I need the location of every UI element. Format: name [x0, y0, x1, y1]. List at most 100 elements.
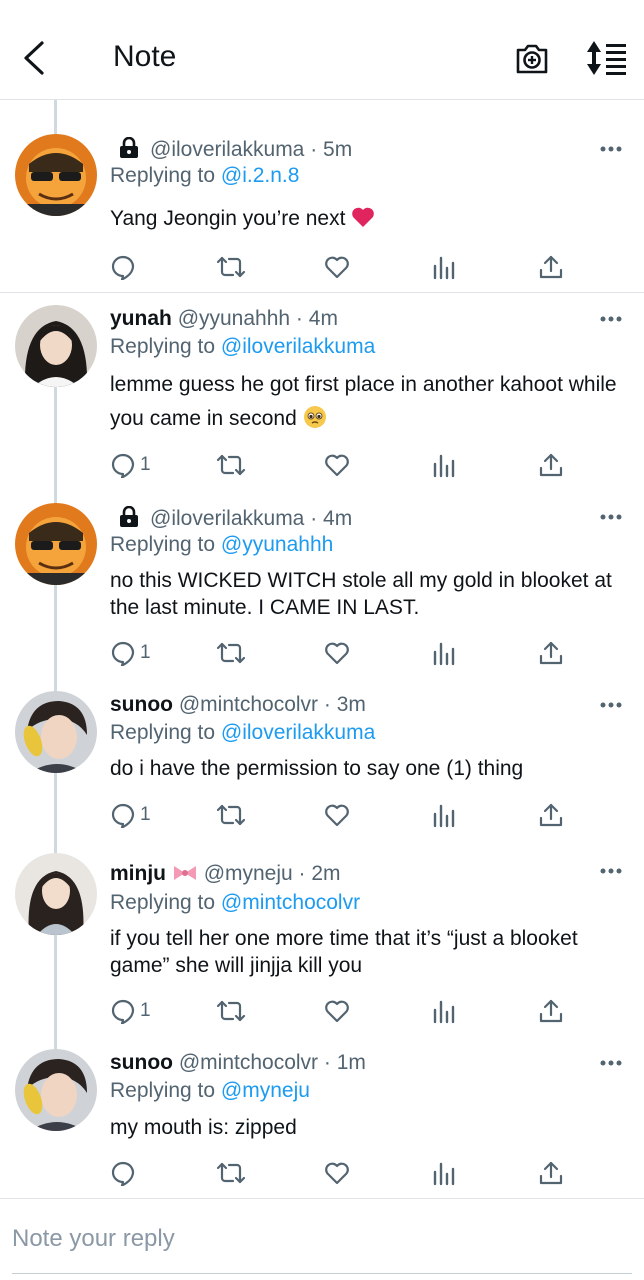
share-icon: [539, 1161, 563, 1185]
tweet-time[interactable]: 4m: [323, 507, 352, 530]
retweet-button[interactable]: [216, 252, 246, 282]
back-button[interactable]: [18, 38, 54, 78]
share-button[interactable]: [538, 252, 564, 282]
share-button[interactable]: [538, 996, 564, 1026]
tweet-time[interactable]: 5m: [323, 138, 352, 161]
like-button[interactable]: [324, 252, 350, 282]
tweet-meta: yunah @yyunahhh · 4m: [110, 307, 338, 330]
share-button[interactable]: [538, 800, 564, 830]
avatar[interactable]: [15, 1049, 97, 1131]
like-button[interactable]: [324, 800, 350, 830]
reply-button[interactable]: [110, 252, 136, 282]
reply-button[interactable]: 1: [110, 450, 151, 480]
more-button[interactable]: [596, 310, 626, 330]
reply-input[interactable]: [0, 1217, 642, 1261]
tweet-time[interactable]: 1m: [337, 1051, 366, 1074]
more-icon: [600, 702, 622, 708]
more-button[interactable]: [596, 862, 626, 882]
stats-button[interactable]: [432, 450, 456, 480]
more-button[interactable]: [596, 508, 626, 528]
tweet-handle[interactable]: @iloverilakkuma: [150, 507, 304, 530]
tweet-handle[interactable]: @myneju: [204, 862, 293, 885]
reply-button[interactable]: [110, 1158, 136, 1188]
thread-line: [54, 386, 57, 504]
stats-button[interactable]: [432, 800, 456, 830]
tweet-time[interactable]: 4m: [309, 307, 338, 330]
tweet-time[interactable]: 2m: [311, 862, 340, 885]
retweet-button[interactable]: [216, 800, 246, 830]
camera-button[interactable]: [512, 38, 552, 78]
stats-button[interactable]: [432, 252, 456, 282]
sort-button[interactable]: [584, 38, 628, 78]
stats-button[interactable]: [432, 638, 456, 668]
reply-icon: [111, 255, 135, 280]
tweet-handle[interactable]: @mintchocolvr: [179, 1051, 318, 1074]
page-title: Note: [113, 40, 177, 73]
tweet-actions: [0, 252, 644, 282]
reply-icon: [111, 999, 135, 1024]
retweet-button[interactable]: [216, 638, 246, 668]
replying-to-link[interactable]: @yyunahhh: [221, 533, 333, 556]
share-icon: [539, 641, 563, 665]
tweet-actions: 1: [0, 996, 644, 1026]
like-button[interactable]: [324, 996, 350, 1026]
share-button[interactable]: [538, 450, 564, 480]
reply-button[interactable]: 1: [110, 638, 151, 668]
avatar[interactable]: [15, 305, 97, 387]
retweet-button[interactable]: [216, 1158, 246, 1188]
more-button[interactable]: [596, 696, 626, 716]
avatar[interactable]: [15, 853, 97, 935]
retweet-icon: [216, 804, 246, 826]
replying-to-link[interactable]: @iloverilakkuma: [221, 721, 375, 744]
more-button[interactable]: [596, 1054, 626, 1074]
retweet-button[interactable]: [216, 996, 246, 1026]
stats-button[interactable]: [432, 996, 456, 1026]
tweet-time[interactable]: 3m: [337, 693, 366, 716]
tweet-meta: sunoo @mintchocolvr · 3m: [110, 693, 366, 716]
tweet-author-name[interactable]: sunoo: [110, 693, 173, 716]
like-icon: [325, 1162, 349, 1185]
stats-icon: [433, 454, 455, 478]
like-icon: [325, 804, 349, 827]
like-icon: [325, 454, 349, 477]
tweet-meta: @iloverilakkuma · 4m: [110, 505, 352, 532]
share-button[interactable]: [538, 1158, 564, 1188]
replying-to: Replying to @yyunahhh: [110, 533, 334, 556]
tweet-handle[interactable]: @yyunahhh: [178, 307, 290, 330]
replying-to-link[interactable]: @iloverilakkuma: [221, 335, 375, 358]
tweet-author-name[interactable]: yunah: [110, 307, 172, 330]
replying-to-link[interactable]: @i.2.n.8: [221, 164, 300, 187]
like-button[interactable]: [324, 638, 350, 668]
reply-count: 1: [140, 804, 151, 825]
replying-to-link[interactable]: @myneju: [221, 1079, 310, 1102]
replying-to-link[interactable]: @mintchocolvr: [221, 891, 360, 914]
tweet-author-name[interactable]: minju: [110, 862, 166, 885]
like-button[interactable]: [324, 450, 350, 480]
tweet-actions: 1: [0, 450, 644, 480]
tweet-handle[interactable]: @mintchocolvr: [179, 693, 318, 716]
back-arrow-icon: [24, 41, 44, 75]
replying-to: Replying to @myneju: [110, 1079, 310, 1102]
share-button[interactable]: [538, 638, 564, 668]
avatar[interactable]: [15, 134, 97, 216]
stats-icon: [433, 1162, 455, 1186]
avatar[interactable]: [15, 503, 97, 585]
reply-button[interactable]: 1: [110, 800, 151, 830]
reply-button[interactable]: 1: [110, 996, 151, 1026]
stats-button[interactable]: [432, 1158, 456, 1188]
retweet-button[interactable]: [216, 450, 246, 480]
stats-icon: [433, 1000, 455, 1024]
more-button[interactable]: [596, 140, 626, 160]
replying-to: Replying to @iloverilakkuma: [110, 721, 376, 744]
replying-to: Replying to @i.2.n.8: [110, 164, 300, 187]
tweet-meta: @iloverilakkuma · 5m: [110, 136, 352, 163]
avatar[interactable]: [15, 691, 97, 773]
retweet-icon: [216, 1000, 246, 1022]
like-icon: [325, 256, 349, 279]
tweet-handle[interactable]: @iloverilakkuma: [150, 138, 304, 161]
replying-to: Replying to @mintchocolvr: [110, 891, 361, 914]
tweet-body: do i have the permission to say one (1) …: [110, 757, 524, 780]
tweet-author-name[interactable]: sunoo: [110, 1051, 173, 1074]
like-button[interactable]: [324, 1158, 350, 1188]
share-icon: [539, 999, 563, 1023]
